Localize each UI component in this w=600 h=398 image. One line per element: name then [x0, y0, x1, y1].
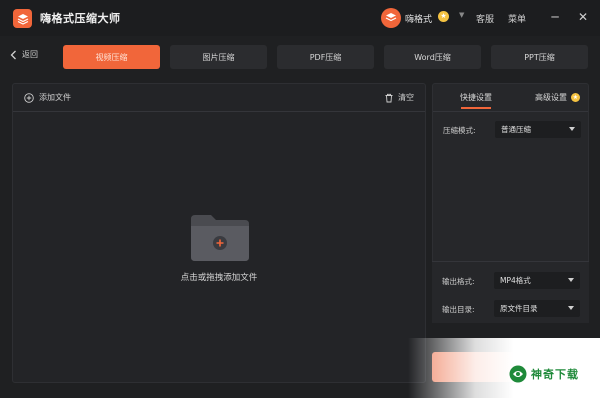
output-format-value: MP4格式 — [500, 276, 531, 285]
output-settings: 输出格式: MP4格式 输出目录: 原文件目录 — [432, 261, 589, 323]
divider — [433, 111, 588, 112]
plus-circle-icon — [24, 92, 34, 103]
drop-zone[interactable]: 点击或拖拽添加文件 — [13, 112, 425, 382]
user-name[interactable]: 嗨格式 — [405, 12, 432, 25]
tab-image-compress[interactable]: 图片压缩 — [170, 45, 267, 69]
tab-quick-settings[interactable]: 快捷设置 — [460, 92, 492, 103]
watermark-logo-icon — [509, 365, 527, 383]
watermark-text: 神奇下载 — [531, 368, 579, 381]
tab-video-compress[interactable]: 视频压缩 — [63, 45, 160, 69]
menu-link[interactable]: 菜单 — [508, 12, 526, 25]
clear-label: 清空 — [398, 93, 414, 102]
tab-pdf-compress[interactable]: PDF压缩 — [277, 45, 374, 69]
file-toolbar: 添加文件 清空 — [13, 84, 425, 112]
chevron-down-icon[interactable]: ▼ — [459, 11, 464, 19]
file-panel: 添加文件 清空 点击或拖拽添加文件 — [12, 83, 426, 383]
trash-icon — [385, 93, 393, 102]
back-button[interactable]: 返回 — [10, 49, 38, 60]
tab-advanced-settings[interactable]: 高级设置 — [535, 92, 567, 103]
add-file-label: 添加文件 — [39, 93, 71, 102]
tab-word-compress[interactable]: Word压缩 — [384, 45, 481, 69]
drop-hint[interactable]: 点击或拖拽添加文件 — [13, 271, 425, 283]
back-label: 返回 — [22, 50, 38, 59]
output-format-select[interactable]: MP4格式 — [494, 272, 580, 289]
app-logo-icon — [13, 9, 32, 28]
app-title: 嗨格式压缩大师 — [40, 12, 121, 25]
compress-mode-select[interactable]: 普通压缩 — [495, 121, 581, 138]
active-tab-indicator — [461, 107, 491, 109]
clear-button[interactable]: 清空 — [384, 92, 414, 103]
caret-down-icon — [568, 278, 574, 282]
tab-ppt-compress[interactable]: PPT压缩 — [491, 45, 588, 69]
minimize-button[interactable]: ─ — [547, 9, 563, 25]
title-bar: 嗨格式压缩大师 嗨格式 ★ ▼ 客服 菜单 ─ ✕ — [0, 0, 600, 36]
add-file-button[interactable]: 添加文件 — [24, 92, 71, 103]
support-link[interactable]: 客服 — [476, 12, 494, 25]
caret-down-icon — [568, 306, 574, 310]
caret-down-icon — [569, 127, 575, 131]
output-dir-label: 输出目录: — [442, 305, 475, 314]
output-format-label: 输出格式: — [442, 277, 475, 286]
output-dir-value: 原文件目录 — [500, 304, 538, 313]
folder-add-icon[interactable] — [189, 213, 251, 263]
settings-tabs: 快捷设置 高级设置 ★ — [433, 84, 588, 112]
close-button[interactable]: ✕ — [575, 9, 591, 25]
compress-mode-label: 压缩模式: — [443, 126, 476, 135]
user-avatar[interactable] — [381, 8, 401, 28]
vip-badge-icon: ★ — [438, 11, 449, 22]
chevron-left-icon — [10, 50, 16, 59]
output-dir-select[interactable]: 原文件目录 — [494, 300, 580, 317]
vip-badge-icon: ★ — [571, 93, 580, 102]
compress-mode-value: 普通压缩 — [501, 125, 531, 134]
